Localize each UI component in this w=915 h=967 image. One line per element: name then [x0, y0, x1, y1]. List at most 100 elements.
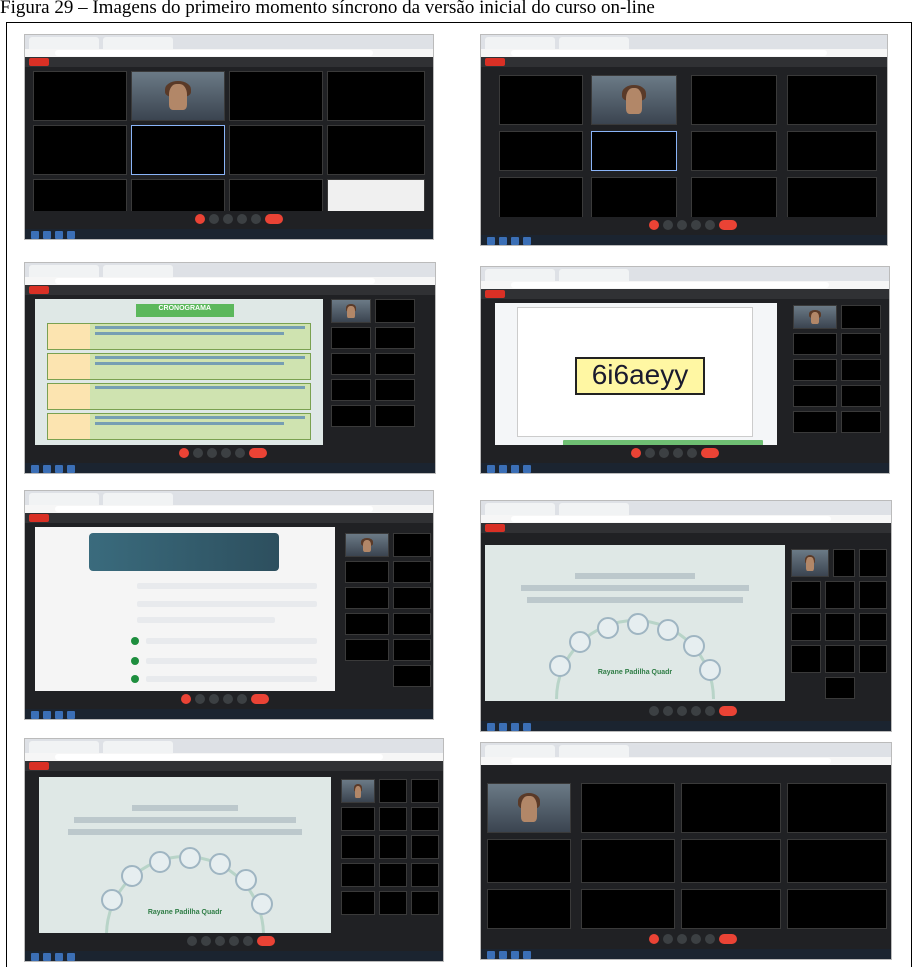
video-tile — [591, 131, 677, 171]
browser-tabs — [25, 263, 435, 277]
video-tile — [331, 327, 371, 349]
video-tile — [393, 533, 431, 557]
theme-circle — [627, 613, 649, 635]
video-tile — [791, 613, 821, 641]
video-tile — [581, 839, 675, 883]
schedule-row — [46, 323, 312, 350]
video-tile — [341, 891, 375, 915]
video-tile — [411, 807, 439, 831]
video-tile — [825, 645, 855, 673]
browser-tabs — [25, 35, 433, 49]
video-tile — [859, 549, 887, 577]
slide-author: Rayane Padilha Quadr — [597, 669, 673, 676]
browser-tabs — [481, 501, 891, 515]
taskbar — [25, 229, 433, 239]
end-call-icon — [719, 220, 737, 230]
video-tile — [375, 379, 415, 401]
theme-circle — [209, 853, 231, 875]
slide-heading-line — [527, 597, 743, 603]
taskbar — [481, 235, 887, 245]
video-tile — [393, 639, 431, 661]
browser-tabs — [481, 743, 891, 757]
stream-post — [137, 583, 317, 589]
meet-header — [481, 765, 891, 775]
video-tile — [681, 889, 781, 929]
screenshot-row2-right: 6i6aeyy — [480, 266, 890, 474]
schedule-row — [46, 353, 312, 380]
video-tile — [581, 783, 675, 833]
video-tile — [331, 353, 371, 375]
video-tile — [327, 125, 425, 175]
screenshot-bottom-left: Rayane Padilha Quadr — [24, 738, 444, 962]
address-bar — [25, 753, 443, 761]
end-call-icon — [265, 214, 283, 224]
video-tile — [393, 665, 431, 687]
theme-circle — [683, 635, 705, 657]
meet-controls — [481, 445, 889, 463]
video-tile — [825, 613, 855, 641]
stream-post — [146, 676, 317, 682]
shared-screen: 6i6aeyy — [495, 303, 777, 453]
video-tile — [787, 131, 877, 171]
schedule-row — [46, 383, 312, 410]
video-tile — [859, 613, 887, 641]
end-call-icon — [251, 694, 269, 704]
recording-badge — [29, 514, 49, 522]
video-tile — [33, 71, 127, 121]
screenshot-top-left — [24, 34, 434, 240]
slide-author: Rayane Padilha Quadr — [147, 909, 223, 916]
video-tile-presenter — [791, 549, 829, 577]
video-tile-presenter — [345, 533, 389, 557]
video-tile — [841, 411, 881, 433]
video-tile — [341, 863, 375, 887]
video-tile — [581, 889, 675, 929]
video-tile — [341, 835, 375, 859]
video-tile — [393, 561, 431, 583]
video-tile — [411, 863, 439, 887]
taskbar — [25, 709, 433, 719]
video-tile — [393, 613, 431, 635]
video-tile — [379, 891, 407, 915]
address-bar — [25, 49, 433, 57]
video-tile — [375, 405, 415, 427]
meet-header — [25, 513, 433, 523]
screenshot-row3-left — [24, 490, 434, 720]
figure-caption: Figura 29 – Imagens do primeiro momento … — [0, 0, 655, 18]
video-tile — [825, 677, 855, 699]
theme-circle — [657, 619, 679, 641]
video-tile — [787, 783, 887, 833]
meet-header — [481, 57, 887, 67]
video-tile — [375, 327, 415, 349]
meet-header — [25, 761, 443, 771]
recording-badge — [29, 286, 49, 294]
address-bar — [25, 277, 435, 285]
video-tile — [691, 131, 777, 171]
meet-header — [25, 285, 435, 295]
video-tile — [499, 131, 583, 171]
video-tile — [379, 863, 407, 887]
video-tile — [229, 125, 323, 175]
video-tile — [393, 587, 431, 609]
meet-header — [481, 289, 889, 299]
stream-post — [137, 601, 317, 607]
shared-screen — [35, 527, 335, 691]
video-tile — [787, 75, 877, 125]
schedule-row — [46, 413, 312, 440]
meet-controls — [481, 703, 891, 721]
theme-circle — [235, 869, 257, 891]
video-tile — [841, 359, 881, 381]
meet-controls — [481, 217, 887, 235]
theme-circle — [569, 631, 591, 653]
video-tile-presenter — [331, 299, 371, 323]
video-tile — [833, 549, 855, 577]
screenshot-bottom-right — [480, 742, 892, 960]
theme-circle — [179, 847, 201, 869]
video-tile — [591, 177, 677, 221]
video-tile — [841, 305, 881, 329]
address-bar — [481, 281, 889, 289]
video-tile — [487, 839, 571, 883]
video-tile — [411, 779, 439, 803]
video-tile — [793, 333, 837, 355]
taskbar — [25, 463, 435, 473]
video-tile — [341, 807, 375, 831]
